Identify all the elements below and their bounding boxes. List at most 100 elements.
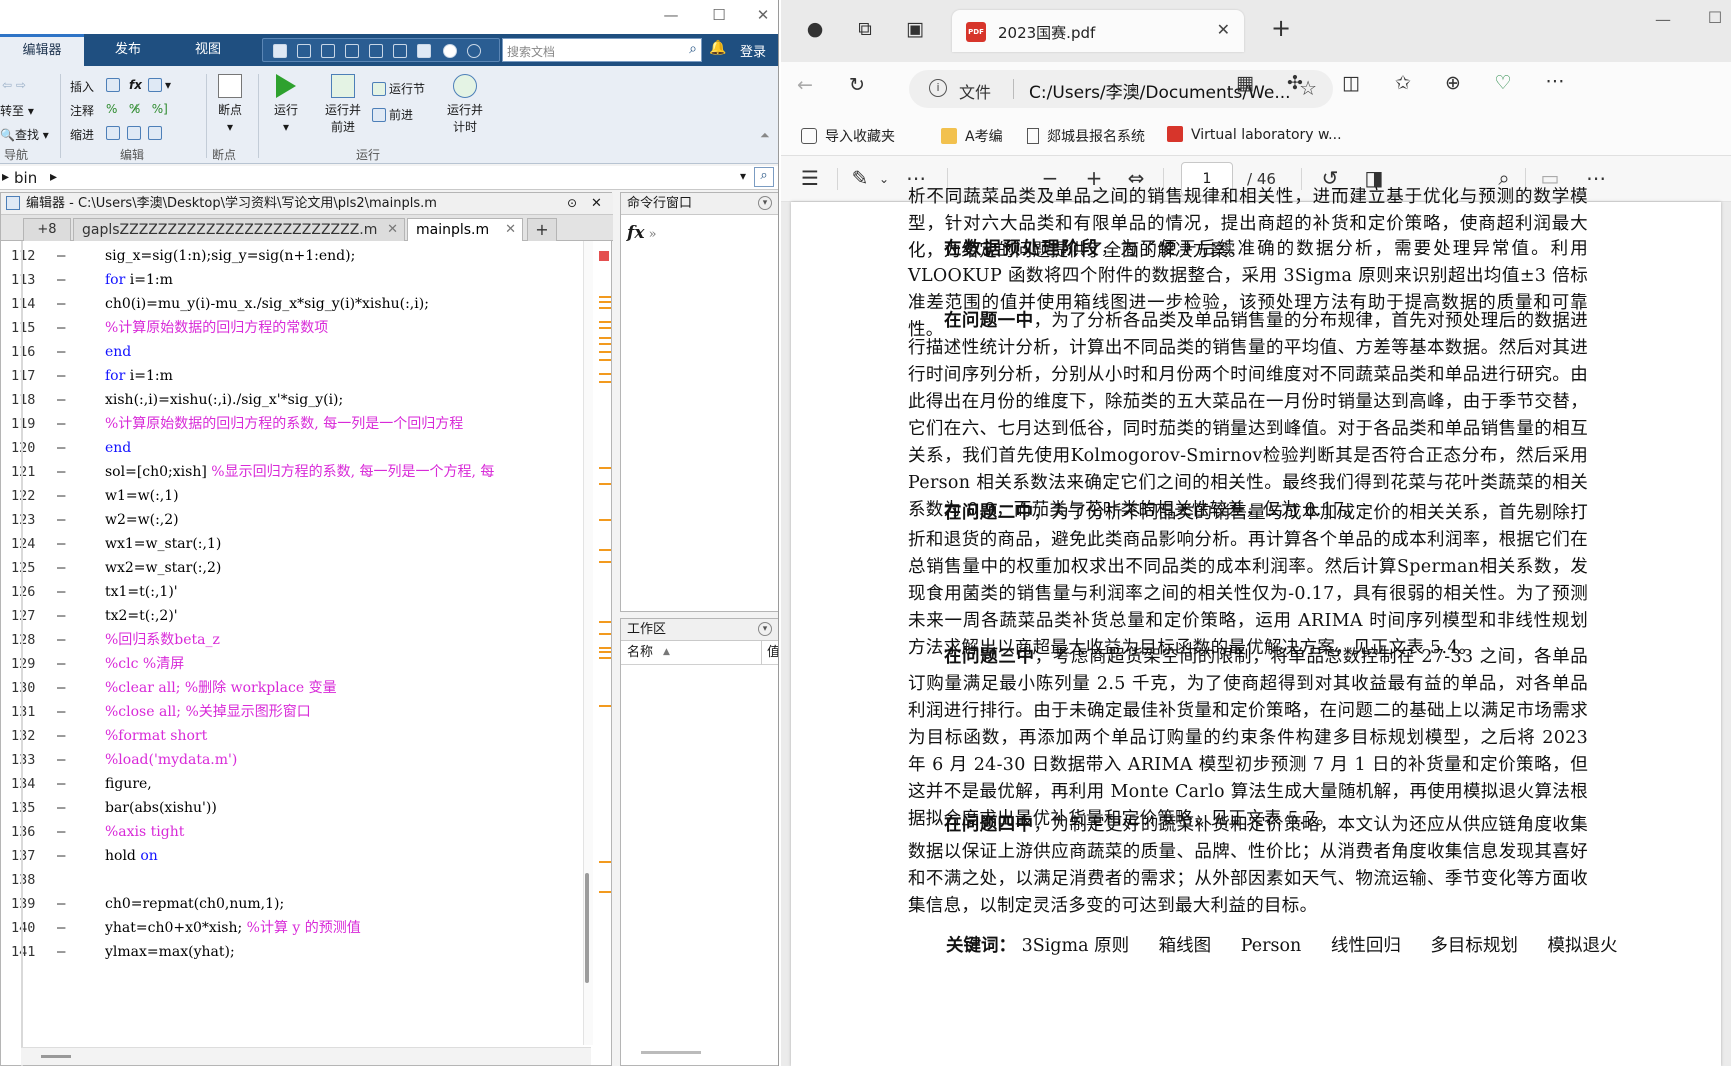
- percent-icon[interactable]: %: [106, 102, 117, 116]
- workspace-panel[interactable]: 工作区 ▾ 名称 ▲ 值: [620, 618, 778, 1066]
- find-button[interactable]: 🔍查找 ▾: [0, 126, 49, 143]
- ws-col-value[interactable]: 值: [767, 641, 778, 664]
- code-line[interactable]: 139 — ch0=repmat(ch0,num,1);: [1, 891, 613, 917]
- run-button[interactable]: 运行 ▾: [266, 74, 306, 136]
- login-link[interactable]: 登录: [740, 41, 766, 60]
- breakpoint-dash[interactable]: —: [57, 291, 65, 317]
- draw-icon[interactable]: ✎: [847, 166, 873, 190]
- cut-icon[interactable]: [297, 44, 311, 58]
- current-folder-bar[interactable]: ▸ bin ▸ ▾ ⌕: [0, 166, 778, 190]
- code-line[interactable]: 134 — figure,: [1, 771, 613, 797]
- collections-icon[interactable]: ⊕: [1439, 72, 1467, 94]
- code-line[interactable]: 135 — bar(abs(xishu')): [1, 795, 613, 821]
- breakpoint-dash[interactable]: —: [57, 579, 65, 605]
- code-line[interactable]: 114 — ch0(i)=mu_y(i)-mu_x./sig_x*sig_y(i)*…: [1, 291, 613, 317]
- vertical-tabs-icon[interactable]: ▣: [901, 18, 929, 40]
- comment-button[interactable]: 注释: [70, 102, 94, 119]
- code-line[interactable]: 123 — w2=w(:,2): [1, 507, 613, 533]
- panel-menu-icon[interactable]: ▾: [758, 622, 772, 636]
- advance-button[interactable]: 前进: [372, 106, 413, 123]
- tab-gapls[interactable]: gaplsZZZZZZZZZZZZZZZZZZZZZZZZZ.m ✕: [73, 218, 405, 241]
- fav-pdf[interactable]: Virtual laboratory w...: [1167, 126, 1342, 143]
- tab-overflow[interactable]: +8: [23, 218, 71, 241]
- breakpoint-dash[interactable]: —: [57, 723, 65, 749]
- code-line[interactable]: 117 — for i=1:m: [1, 363, 613, 389]
- breakpoint-button[interactable]: 断点 ▾: [210, 74, 250, 136]
- tab-mainpls[interactable]: mainpls.m ✕: [407, 218, 523, 241]
- fav-folder[interactable]: A考编: [941, 126, 1003, 146]
- code-line[interactable]: 138: [1, 867, 613, 893]
- uncomment-icon[interactable]: %̸: [129, 102, 140, 116]
- puzzle-icon[interactable]: ✣: [1281, 72, 1309, 94]
- code-line[interactable]: 113 — for i=1:m: [1, 267, 613, 293]
- options-icon[interactable]: [467, 44, 481, 58]
- new-tab-button[interactable]: +: [527, 218, 557, 241]
- warning-marker[interactable]: [599, 861, 611, 863]
- warning-marker[interactable]: [599, 561, 611, 563]
- draw-dropdown-icon[interactable]: ⌄: [871, 172, 897, 186]
- close-tab-icon[interactable]: ✕: [1217, 20, 1230, 39]
- breakpoint-dash[interactable]: —: [57, 483, 65, 509]
- warning-marker[interactable]: [599, 307, 611, 309]
- close-icon[interactable]: ✕: [387, 219, 398, 241]
- warning-marker[interactable]: [599, 549, 611, 551]
- code-line[interactable]: 128 — %回归系数beta_z: [1, 627, 613, 653]
- tab-editor[interactable]: 编辑器: [0, 34, 84, 66]
- warning-marker[interactable]: [599, 647, 611, 649]
- breakpoint-dash[interactable]: —: [57, 771, 65, 797]
- breakpoint-dash[interactable]: —: [57, 915, 65, 941]
- code-line[interactable]: 124 — wx1=w_star(:,1): [1, 531, 613, 557]
- breakpoint-dash[interactable]: —: [57, 531, 65, 557]
- breakpoint-dash[interactable]: —: [57, 939, 65, 965]
- warning-marker[interactable]: [599, 327, 611, 329]
- code-line[interactable]: 112 — sig_x=sig(1:n);sig_y=sig(n+1:end);: [1, 243, 613, 269]
- ws-col-name[interactable]: 名称: [627, 641, 653, 664]
- more-menu-icon[interactable]: ⋯: [1541, 70, 1569, 92]
- breakpoint-dash[interactable]: —: [57, 675, 65, 701]
- fav-import[interactable]: 导入收藏夹: [801, 126, 895, 146]
- dropdown-icon[interactable]: ▾: [740, 169, 746, 183]
- contents-icon[interactable]: ☰: [797, 166, 823, 190]
- breakpoint-dash[interactable]: —: [57, 819, 65, 845]
- breakpoint-dash[interactable]: —: [57, 747, 65, 773]
- code-line[interactable]: 119 — %计算原始数据的回归方程的系数, 每一列是一个回归方程: [1, 411, 613, 437]
- code-line[interactable]: 121 — sol=[ch0;xish] %显示回归方程的系数, 每一列是一个方程,…: [1, 459, 613, 485]
- code-line[interactable]: 116 — end: [1, 339, 613, 365]
- extension-icon[interactable]: ▦: [1231, 72, 1259, 94]
- breakpoint-dash[interactable]: —: [57, 507, 65, 533]
- collapse-ribbon-icon[interactable]: ⏶: [760, 128, 770, 143]
- breakpoint-dash[interactable]: —: [57, 699, 65, 725]
- warning-marker[interactable]: [599, 891, 611, 893]
- function-icon[interactable]: [147, 78, 162, 92]
- warning-marker[interactable]: [599, 483, 611, 485]
- tab-publish[interactable]: 发布: [96, 34, 160, 66]
- wrap-comment-icon[interactable]: %]: [152, 102, 168, 116]
- code-line[interactable]: 125 — wx2=w_star(:,2): [1, 555, 613, 581]
- warning-marker[interactable]: [599, 651, 611, 653]
- address-bar[interactable]: i 文件 C:/Users/李澳/Documents/We... ☆: [909, 70, 1333, 108]
- breakpoint-dash[interactable]: —: [57, 555, 65, 581]
- path-segment[interactable]: bin: [14, 169, 37, 187]
- editor-scroll-thumb[interactable]: [585, 873, 589, 983]
- info-icon[interactable]: i: [929, 79, 947, 97]
- insert-button[interactable]: 插入: [70, 78, 94, 95]
- goto-button[interactable]: 转至 ▾: [0, 102, 34, 119]
- warning-marker[interactable]: [599, 373, 611, 375]
- bell-icon[interactable]: 🔔: [709, 40, 726, 56]
- breakpoint-dash[interactable]: —: [57, 891, 65, 917]
- profile-icon[interactable]: ●: [801, 18, 829, 40]
- fx-icon[interactable]: fx: [129, 78, 142, 92]
- code-line[interactable]: 131 — %close all; %关掉显示图形窗口: [1, 699, 613, 725]
- back-icon[interactable]: ←: [791, 74, 819, 96]
- switch-window-icon[interactable]: [417, 44, 431, 58]
- minimize-icon[interactable]: —: [1649, 10, 1677, 29]
- code-area[interactable]: 112— sig_x=sig(1:n);sig_y=sig(n+1:end); 11…: [1, 241, 613, 1066]
- tab-view[interactable]: 视图: [176, 34, 240, 66]
- maximize-icon[interactable]: ☐: [1701, 8, 1729, 27]
- code-line[interactable]: 122 — w1=w(:,1): [1, 483, 613, 509]
- panel-menu-icon[interactable]: ▾: [758, 196, 772, 210]
- browser-essentials-icon[interactable]: ♡: [1489, 72, 1517, 94]
- decrease-indent-icon[interactable]: [126, 126, 141, 140]
- minimize-icon[interactable]: —: [656, 6, 686, 24]
- indent-button[interactable]: 缩进: [70, 126, 94, 143]
